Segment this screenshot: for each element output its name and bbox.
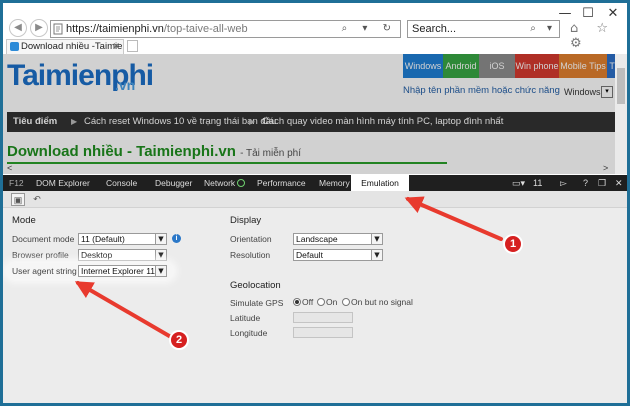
browser-window: — ☐ ✕ ◀ ▶ https://taimienphi.vn/top-taiv… bbox=[0, 0, 630, 406]
arrow-to-emulation-tab bbox=[404, 196, 503, 241]
annotation-arrows bbox=[74, 196, 503, 339]
callout-badge-2: 2 bbox=[169, 330, 189, 350]
arrow-to-user-agent bbox=[74, 281, 173, 339]
callout-badge-1: 1 bbox=[503, 234, 523, 254]
